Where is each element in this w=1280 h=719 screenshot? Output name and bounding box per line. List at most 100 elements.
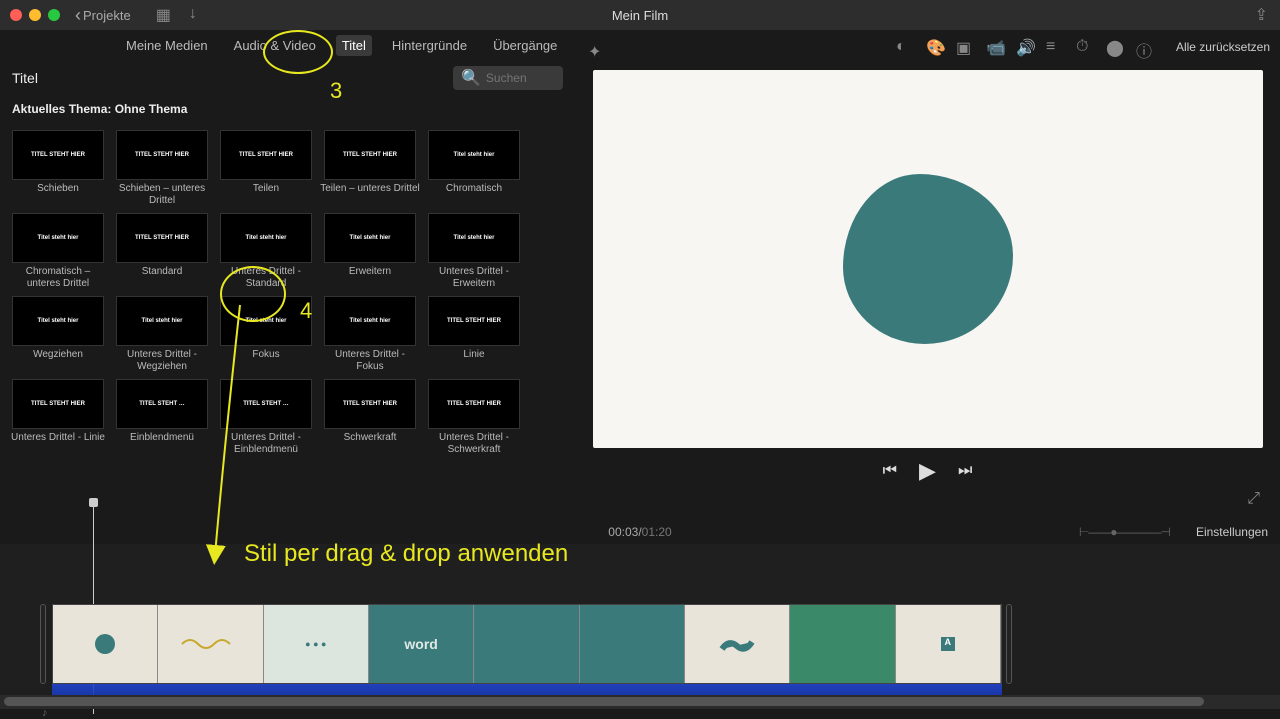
clip[interactable] — [790, 605, 895, 683]
title-thumb: TITEL STEHT HIER — [428, 379, 520, 429]
video-track[interactable]: ● ● ● word A — [52, 604, 1002, 684]
titles-browser: Titel 🔍 Aktuelles Thema: Ohne Thema TITE… — [0, 60, 575, 520]
title-label: Teilen – unteres Drittel — [320, 183, 420, 207]
title-thumb: Titel steht hier — [428, 130, 520, 180]
reset-all[interactable]: Alle zurücksetzen — [1176, 40, 1270, 54]
title-tile[interactable]: Titel steht hier Unteres Drittel - Fokus — [320, 296, 420, 373]
preview-canvas[interactable] — [593, 70, 1263, 448]
title-thumb: Titel steht hier — [12, 213, 104, 263]
info-icon[interactable]: ⓘ — [1136, 38, 1154, 56]
search-icon: 🔍 — [461, 68, 481, 88]
clip[interactable]: A — [896, 605, 1001, 683]
title-label: Unteres Drittel - Fokus — [320, 349, 420, 373]
minimize-window[interactable] — [29, 9, 41, 21]
title-tile[interactable]: TITEL STEHT HIER Standard — [112, 213, 212, 290]
clip[interactable] — [158, 605, 263, 683]
volume-icon[interactable]: 🔊 — [1016, 38, 1034, 56]
tab-transitions[interactable]: Übergänge — [487, 35, 563, 56]
search-field[interactable]: 🔍 — [453, 66, 563, 90]
title-tile[interactable]: Titel steht hier Chromatisch — [424, 130, 524, 207]
title-thumb: TITEL STEHT HIER — [116, 130, 208, 180]
color-balance-icon[interactable]: ◐ — [896, 38, 914, 56]
time-display: 00:03 / 01:20 ⊢――●――――⊣ Einstellungen — [0, 520, 1280, 544]
title-label: Standard — [142, 266, 183, 290]
clip-start-handle[interactable] — [40, 604, 46, 684]
clip-end-handle[interactable] — [1006, 604, 1012, 684]
title-tile[interactable]: TITEL STEHT HIERUnteres Drittel - Linie — [8, 379, 108, 456]
back-to-projects[interactable]: Projekte — [75, 5, 131, 26]
title-tile[interactable]: TITEL STEHT HIERTeilen — [216, 130, 316, 207]
tab-media[interactable]: Meine Medien — [120, 35, 214, 56]
viewer-toolbar: ◐ 🎨 ▣ 📹 🔊 ≡ ⏱ ⬤ ⓘ Alle zurücksetzen — [896, 38, 1270, 56]
title-label: Unteres Drittel - Schwerkraft — [424, 432, 524, 456]
share-icon[interactable]: ⇪ — [1255, 5, 1268, 25]
tab-audio[interactable]: Audio & Video — [228, 35, 322, 56]
title-label: Erweitern — [349, 266, 391, 290]
title-tile[interactable]: TITEL STEHT HIERSchieben – unteres Dritt… — [112, 130, 212, 207]
window-controls — [10, 9, 60, 21]
title-thumb: TITEL STEHT HIER — [324, 379, 416, 429]
fullscreen-icon[interactable]: ⤢ — [1247, 490, 1260, 508]
title-thumb: TITEL STEHT … — [116, 379, 208, 429]
title-label: Chromatisch — [446, 183, 502, 207]
zoom-slider[interactable]: ⊢――●――――⊣ — [1079, 525, 1170, 539]
timeline[interactable]: ● ● ● word A ♪ — [0, 544, 1280, 709]
titlebar: Projekte ▦ ↓ Mein Film ⇪ — [0, 0, 1280, 30]
prev-frame-icon[interactable]: ⏮ — [883, 462, 897, 480]
title-tile[interactable]: TITEL STEHT …Unteres Drittel - Einblendm… — [216, 379, 316, 456]
title-tile[interactable]: Titel steht hierWegziehen — [8, 296, 108, 373]
title-label: Unteres Drittel - Linie — [11, 432, 105, 456]
equalizer-icon[interactable]: ≡ — [1046, 38, 1064, 56]
title-tile[interactable]: TITEL STEHT HIERLinie — [424, 296, 524, 373]
title-label: Einblendmenü — [130, 432, 194, 456]
clip[interactable]: ● ● ● — [264, 605, 369, 683]
clip[interactable] — [474, 605, 579, 683]
crop-icon[interactable]: ▣ — [956, 38, 974, 56]
title-label: Schieben — [37, 183, 79, 207]
clip[interactable] — [580, 605, 685, 683]
play-icon[interactable]: ▶ — [919, 458, 936, 484]
title-tile[interactable]: TITEL STEHT HIER Schieben — [8, 130, 108, 207]
color-correct-icon[interactable]: 🎨 — [926, 38, 944, 56]
tab-backgrounds[interactable]: Hintergründe — [386, 35, 473, 56]
title-thumb: Titel steht hier — [116, 296, 208, 346]
tab-titles[interactable]: Titel — [336, 35, 372, 56]
scrollbar-thumb[interactable] — [4, 697, 1204, 706]
title-thumb: TITEL STEHT HIER — [116, 213, 208, 263]
title-label: Unteres Drittel - Standard — [216, 266, 316, 290]
clip[interactable] — [685, 605, 790, 683]
maximize-window[interactable] — [48, 9, 60, 21]
panel-title: Titel — [12, 70, 38, 86]
speed-icon[interactable]: ⏱ — [1076, 38, 1094, 56]
title-tile[interactable]: TITEL STEHT HIERTeilen – unteres Drittel — [320, 130, 420, 207]
title-thumb: TITEL STEHT HIER — [12, 130, 104, 180]
title-tile[interactable]: TITEL STEHT HIERSchwerkraft — [320, 379, 420, 456]
enhance-icon[interactable]: ✦ — [588, 42, 601, 62]
title-tile[interactable]: TITEL STEHT HIER Unteres Drittel - Schwer… — [424, 379, 524, 456]
title-tile[interactable]: Titel steht hier Unteres Drittel - Standa… — [216, 213, 316, 290]
title-thumb: Titel steht hier — [324, 296, 416, 346]
title-tile[interactable]: Titel steht hierErweitern — [320, 213, 420, 290]
title-thumb: Titel steht hier — [428, 213, 520, 263]
import-icon[interactable]: ↓ — [189, 5, 197, 25]
title-label: Unteres Drittel - Einblendmenü — [216, 432, 316, 456]
clip[interactable]: word — [369, 605, 474, 683]
title-tile[interactable]: Titel steht hierChromatisch – unteres Dr… — [8, 213, 108, 290]
timeline-scrollbar[interactable] — [0, 695, 1280, 709]
filter-icon[interactable]: ⬤ — [1106, 38, 1124, 56]
search-input[interactable] — [486, 71, 566, 85]
close-window[interactable] — [10, 9, 22, 21]
preview-content — [843, 174, 1013, 344]
timeline-settings[interactable]: Einstellungen — [1196, 525, 1268, 539]
title-thumb: Titel steht hier — [12, 296, 104, 346]
title-tile[interactable]: Titel steht hierFokus — [216, 296, 316, 373]
stabilize-icon[interactable]: 📹 — [986, 38, 1004, 56]
clip[interactable] — [53, 605, 158, 683]
title-tile[interactable]: Titel steht hierUnteres Drittel - Wegzie… — [112, 296, 212, 373]
title-thumb: Titel steht hier — [220, 213, 312, 263]
title-thumb: Titel steht hier — [220, 296, 312, 346]
next-frame-icon[interactable]: ⏭ — [958, 462, 972, 480]
library-icon[interactable]: ▦ — [156, 5, 171, 25]
title-tile[interactable]: Titel steht hierUnteres Drittel - Erweit… — [424, 213, 524, 290]
title-tile[interactable]: TITEL STEHT … Einblendmenü — [112, 379, 212, 456]
